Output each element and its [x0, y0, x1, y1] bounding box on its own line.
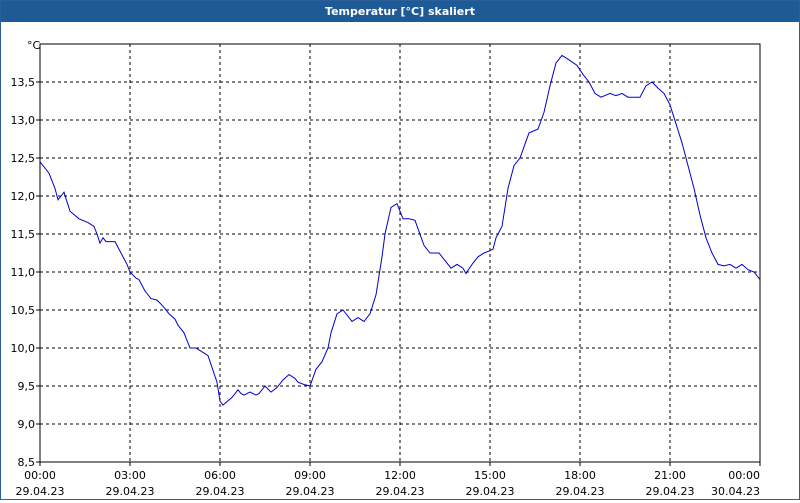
plot-area: °C 8,5 9,0 9,5 10,0 10,5 11,0 11,5 12,0 12,5 13,0… [1, 22, 799, 499]
x-tick-date-label: 29.04.23 [286, 485, 335, 498]
x-tick-date-label: 29.04.23 [196, 485, 245, 498]
y-tick-label: 10,5 [11, 304, 36, 317]
x-tick-time-label: 03:00 [114, 469, 146, 482]
y-tick-label: 9,0 [18, 418, 36, 431]
y-tick-label: 11,0 [11, 266, 36, 279]
x-tick-date-label: 29.04.23 [646, 485, 695, 498]
x-tick-time-label: 09:00 [294, 469, 326, 482]
y-tick-label: 11,5 [11, 228, 36, 241]
y-tick-label: 12,0 [11, 190, 36, 203]
y-unit-label: °C [27, 39, 41, 52]
y-tick-label: 9,5 [18, 380, 36, 393]
x-tick-date-label: 29.04.23 [556, 485, 605, 498]
y-tick-label: 12,5 [11, 152, 36, 165]
x-tick-time-label: 00:00 [24, 469, 56, 482]
y-tick-label: 13,5 [11, 76, 36, 89]
x-tick-time-label: 18:00 [564, 469, 596, 482]
chart-window: Temperatur [°C] skaliert °C 8,5 9,0 9,5 10,… [0, 0, 800, 500]
x-tick-date-label: 30.04.23 [711, 485, 760, 498]
x-tick-time-label: 06:00 [204, 469, 236, 482]
x-tick-time-label: 12:00 [384, 469, 416, 482]
x-tick-time-label: 00:00 [728, 469, 760, 482]
chart-title: Temperatur [°C] skaliert [1, 1, 799, 22]
y-tick-label: 10,0 [11, 342, 36, 355]
y-tick-label: 8,5 [18, 456, 36, 469]
x-tick-date-label: 29.04.23 [16, 485, 65, 498]
x-tick-date-label: 29.04.23 [466, 485, 515, 498]
x-tick-time-label: 21:00 [654, 469, 686, 482]
y-tick-label: 13,0 [11, 114, 36, 127]
x-tick-date-label: 29.04.23 [106, 485, 155, 498]
x-tick-time-label: 15:00 [474, 469, 506, 482]
temperature-chart: °C 8,5 9,0 9,5 10,0 10,5 11,0 11,5 12,0 12,5 13,0… [11, 39, 761, 498]
x-tick-date-label: 29.04.23 [376, 485, 425, 498]
